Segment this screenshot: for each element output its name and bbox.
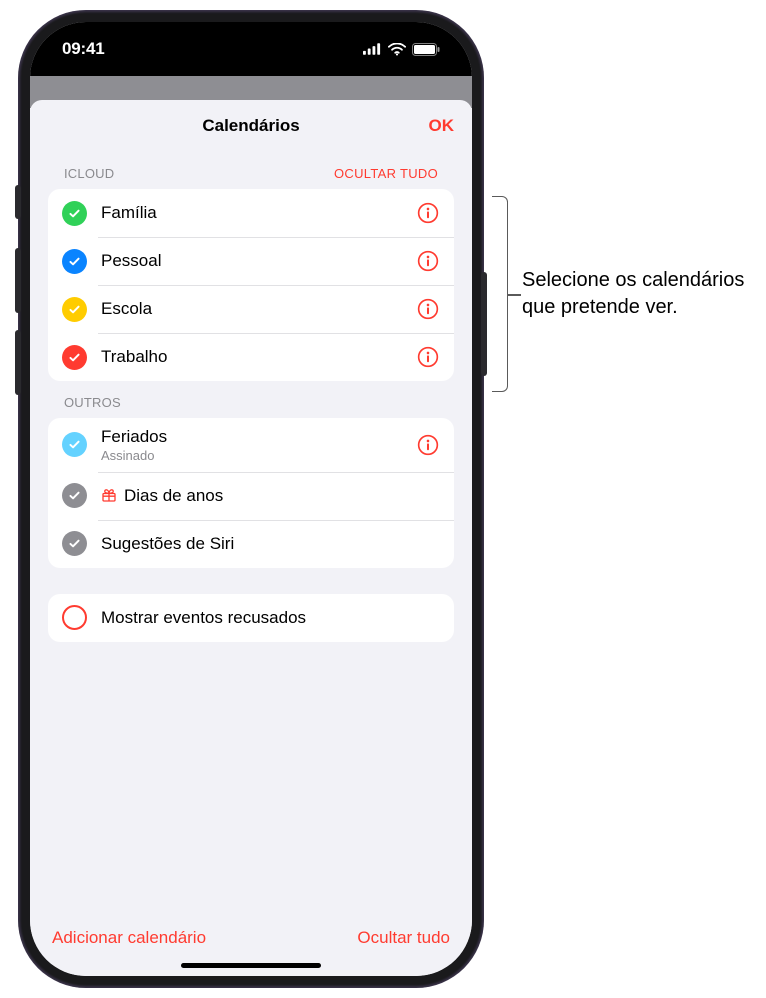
battery-icon xyxy=(412,43,440,56)
icloud-calendars-card: Família Pessoal Escola xyxy=(48,189,454,381)
home-indicator[interactable] xyxy=(181,963,321,968)
toggle-title: Mostrar eventos recusados xyxy=(101,607,440,628)
hide-all-icloud-button[interactable]: OCULTAR TUDO xyxy=(334,166,438,181)
annotation-callout: Selecione os calendários que pretende ve… xyxy=(492,196,752,392)
outros-section-header: OUTROS xyxy=(48,381,454,418)
calendar-title: Família xyxy=(101,202,408,223)
icloud-section-header: ICLOUD OCULTAR TUDO xyxy=(48,152,454,189)
checkmark-icon[interactable] xyxy=(62,345,87,370)
screen: 09:41 Calendários OK ICLOUD OCULTAR TUDO xyxy=(30,22,472,976)
calendars-sheet: Calendários OK ICLOUD OCULTAR TUDO Famíl… xyxy=(30,100,472,976)
calendar-title: Dias de anos xyxy=(101,485,440,506)
calendar-row-dias-de-anos[interactable]: Dias de anos xyxy=(48,472,454,520)
wifi-icon xyxy=(388,43,406,56)
calendar-title: Escola xyxy=(101,298,408,319)
outros-calendars-card: Feriados Assinado Dias de anos xyxy=(48,418,454,568)
info-button[interactable] xyxy=(416,297,440,321)
phone-frame: 09:41 Calendários OK ICLOUD OCULTAR TUDO xyxy=(18,10,484,988)
callout-bracket xyxy=(492,196,508,392)
sheet-title: Calendários xyxy=(202,116,299,136)
ok-button[interactable]: OK xyxy=(429,116,455,136)
calendar-title: Trabalho xyxy=(101,346,408,367)
declined-events-card: Mostrar eventos recusados xyxy=(48,594,454,642)
info-button[interactable] xyxy=(416,249,440,273)
calendar-title: Feriados xyxy=(101,426,408,447)
hide-all-button[interactable]: Ocultar tudo xyxy=(357,928,450,948)
info-button[interactable] xyxy=(416,433,440,457)
status-time: 09:41 xyxy=(62,39,104,59)
gift-icon xyxy=(101,487,117,503)
checkmark-icon[interactable] xyxy=(62,249,87,274)
calendar-row-trabalho[interactable]: Trabalho xyxy=(48,333,454,381)
checkmark-icon[interactable] xyxy=(62,483,87,508)
calendar-row-pessoal[interactable]: Pessoal xyxy=(48,237,454,285)
dynamic-island xyxy=(189,36,314,72)
calendar-row-escola[interactable]: Escola xyxy=(48,285,454,333)
info-button[interactable] xyxy=(416,201,440,225)
calendar-row-sugestoes-siri[interactable]: Sugestões de Siri xyxy=(48,520,454,568)
add-calendar-button[interactable]: Adicionar calendário xyxy=(52,928,206,948)
calendar-subtitle: Assinado xyxy=(101,448,408,464)
sheet-body[interactable]: ICLOUD OCULTAR TUDO Família Pessoal xyxy=(30,152,472,914)
volume-down-button xyxy=(15,330,21,395)
checkmark-icon[interactable] xyxy=(62,201,87,226)
checkmark-icon[interactable] xyxy=(62,432,87,457)
calendar-row-feriados[interactable]: Feriados Assinado xyxy=(48,418,454,472)
volume-up-button xyxy=(15,248,21,313)
section-label: OUTROS xyxy=(64,395,121,410)
info-button[interactable] xyxy=(416,345,440,369)
callout-text: Selecione os calendários que pretende ve… xyxy=(522,267,752,321)
section-label: ICLOUD xyxy=(64,166,114,181)
power-button xyxy=(481,272,487,376)
silent-switch xyxy=(15,185,21,219)
status-indicators xyxy=(363,43,440,56)
calendar-row-familia[interactable]: Família xyxy=(48,189,454,237)
unchecked-circle-icon[interactable] xyxy=(62,605,87,630)
status-bar: 09:41 xyxy=(30,22,472,76)
sheet-header: Calendários OK xyxy=(30,100,472,152)
calendar-title: Pessoal xyxy=(101,250,408,271)
cellular-icon xyxy=(363,43,382,55)
calendar-title: Sugestões de Siri xyxy=(101,533,440,554)
show-declined-events-toggle[interactable]: Mostrar eventos recusados xyxy=(48,594,454,642)
checkmark-icon[interactable] xyxy=(62,531,87,556)
checkmark-icon[interactable] xyxy=(62,297,87,322)
